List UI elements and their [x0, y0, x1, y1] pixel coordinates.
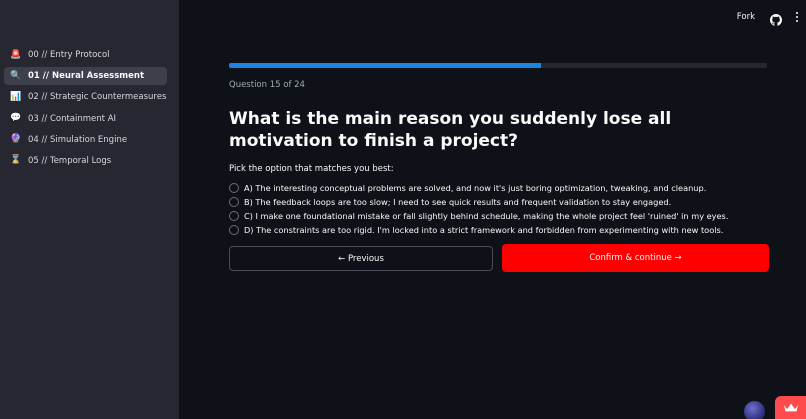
radio-button[interactable] — [229, 211, 239, 221]
user-avatar[interactable] — [744, 401, 765, 419]
kebab-menu-icon[interactable] — [795, 11, 799, 23]
sidebar-item-label: 05 // Temporal Logs — [28, 155, 112, 166]
option-prompt: Pick the option that matches you best: — [229, 164, 394, 174]
sidebar: 🚨 00 // Entry Protocol 🔍 01 // Neural As… — [0, 0, 179, 419]
option-b[interactable]: B) The feedback loops are too slow; I ne… — [229, 195, 769, 209]
option-label: D) The constraints are too rigid. I'm lo… — [244, 225, 724, 235]
radio-button[interactable] — [229, 225, 239, 235]
sidebar-item-strategic-countermeasures[interactable]: 📊 02 // Strategic Countermeasures — [4, 88, 167, 106]
option-a[interactable]: A) The interesting conceptual problems a… — [229, 181, 769, 195]
sidebar-item-entry-protocol[interactable]: 🚨 00 // Entry Protocol — [4, 46, 167, 64]
confirm-continue-button[interactable]: Confirm & continue → — [502, 244, 769, 272]
question-counter: Question 15 of 24 — [229, 80, 305, 90]
sidebar-item-temporal-logs[interactable]: ⌛ 05 // Temporal Logs — [4, 152, 167, 170]
siren-icon: 🚨 — [10, 49, 22, 60]
option-radio-group: A) The interesting conceptual problems a… — [229, 181, 769, 237]
quiz-progress-bar — [229, 63, 767, 68]
sidebar-item-label: 02 // Strategic Countermeasures — [28, 92, 167, 103]
sidebar-item-label: 01 // Neural Assessment — [28, 71, 145, 82]
quiz-progress-fill — [229, 63, 542, 68]
question-title: What is the main reason you suddenly los… — [229, 109, 672, 151]
option-label: C) I make one foundational mistake or fa… — [244, 211, 729, 221]
option-label: B) The feedback loops are too slow; I ne… — [244, 197, 672, 207]
radio-button[interactable] — [229, 183, 239, 193]
hourglass-icon: ⌛ — [10, 155, 22, 166]
top-toolbar: Fork — [737, 0, 806, 34]
option-d[interactable]: D) The constraints are too rigid. I'm lo… — [229, 223, 769, 237]
sidebar-item-label: 04 // Simulation Engine — [28, 134, 128, 145]
crown-icon[interactable] — [775, 396, 806, 419]
magnifier-icon: 🔍 — [10, 70, 22, 81]
sidebar-nav: 🚨 00 // Entry Protocol 🔍 01 // Neural As… — [4, 46, 167, 173]
fork-button[interactable]: Fork — [737, 12, 755, 22]
sidebar-item-simulation-engine[interactable]: 🔮 04 // Simulation Engine — [4, 131, 167, 149]
sidebar-item-neural-assessment[interactable]: 🔍 01 // Neural Assessment — [4, 67, 167, 86]
option-c[interactable]: C) I make one foundational mistake or fa… — [229, 209, 769, 223]
sidebar-item-label: 03 // Containment AI — [28, 113, 117, 124]
crystal-ball-icon: 🔮 — [10, 134, 22, 145]
sidebar-item-label: 00 // Entry Protocol — [28, 50, 110, 60]
speech-bubble-icon: 💬 — [10, 113, 22, 124]
bar-chart-icon: 📊 — [10, 91, 22, 102]
github-icon[interactable] — [770, 11, 782, 26]
option-label: A) The interesting conceptual problems a… — [244, 183, 707, 193]
sidebar-item-containment-ai[interactable]: 💬 03 // Containment AI — [4, 110, 167, 128]
radio-button[interactable] — [229, 197, 239, 207]
previous-button[interactable]: ← Previous — [229, 246, 493, 271]
